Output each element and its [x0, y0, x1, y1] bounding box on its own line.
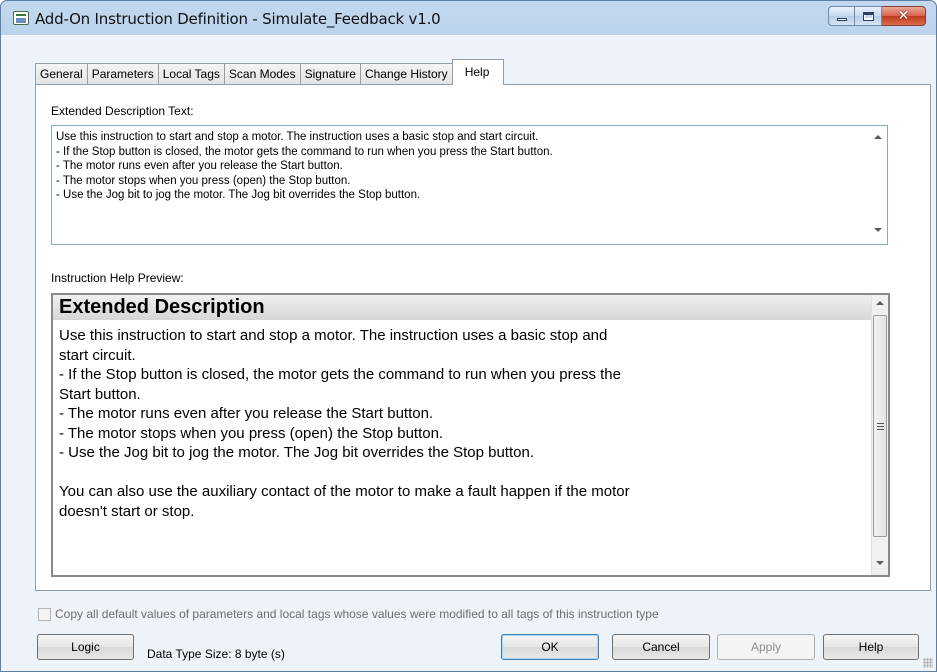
help-preview-label: Instruction Help Preview: [51, 271, 184, 285]
grip-icon [877, 423, 884, 430]
preview-line: start circuit. [59, 346, 136, 364]
title-bar[interactable]: Add-On Instruction Definition - Simulate… [1, 1, 936, 35]
window-controls: ✕ [828, 6, 926, 28]
help-button[interactable]: Help [823, 634, 919, 660]
preview-blank-line [59, 463, 749, 483]
scroll-up-icon[interactable] [876, 301, 884, 305]
scroll-up-icon[interactable] [874, 135, 882, 139]
copy-defaults-checkbox[interactable] [38, 607, 51, 621]
cancel-button[interactable]: Cancel [612, 634, 710, 660]
minimize-button[interactable] [828, 6, 855, 26]
close-icon: ✕ [897, 8, 910, 24]
preview-line: - The motor runs even after you release … [59, 405, 434, 422]
maximize-icon [862, 11, 874, 21]
text-line: - The motor runs even after you release … [56, 160, 343, 172]
text-line: Use this instruction to start and stop a… [56, 131, 539, 143]
preview-heading: Extended Description [53, 295, 873, 320]
minimize-icon [836, 18, 847, 21]
dialog-window: Add-On Instruction Definition - Simulate… [0, 0, 937, 672]
preview-body: Use this instruction to start and stop a… [59, 326, 749, 521]
apply-button[interactable]: Apply [717, 634, 815, 660]
tab-change-history[interactable]: Change History [359, 63, 453, 85]
extended-description-textarea[interactable]: Use this instruction to start and stop a… [51, 125, 888, 245]
preview-scrollbar[interactable] [871, 295, 888, 575]
preview-line: - The motor stops when you press (open) … [59, 424, 444, 442]
scroll-thumb[interactable] [873, 315, 887, 537]
preview-line: - Use the Jog bit to jog the motor. The … [59, 444, 534, 461]
window-title: Add-On Instruction Definition - Simulate… [35, 10, 441, 28]
scroll-down-icon[interactable] [874, 228, 882, 232]
tab-parameters[interactable]: Parameters [86, 63, 159, 85]
textarea-scrollbar[interactable] [870, 126, 887, 244]
data-type-size: Data Type Size: 8 byte (s) [147, 647, 285, 661]
logic-button[interactable]: Logic [37, 634, 134, 660]
ok-button[interactable]: OK [501, 634, 599, 660]
copy-defaults-option[interactable]: Copy all default values of parameters an… [38, 607, 659, 621]
text-line: - The motor stops when you press (open) … [56, 174, 351, 187]
app-icon[interactable] [13, 11, 29, 25]
preview-line: doesn't start or stop. [59, 502, 195, 520]
tab-general[interactable]: General [35, 63, 88, 85]
tab-scan-modes[interactable]: Scan Modes [223, 63, 301, 85]
extended-description-text: Use this instruction to start and stop a… [56, 130, 553, 203]
scroll-down-icon[interactable] [876, 561, 884, 565]
text-line: - Use the Jog bit to jog the motor. The … [56, 189, 421, 201]
preview-line: You can also use the auxiliary contact o… [59, 483, 630, 500]
preview-line: Start button. [59, 385, 141, 403]
preview-line: Use this instruction to start and stop a… [59, 327, 608, 344]
preview-line: - If the Stop button is closed, the moto… [59, 366, 621, 383]
extended-description-label: Extended Description Text: [51, 104, 194, 118]
help-tab-panel: Extended Description Text: Use this inst… [35, 84, 931, 591]
text-line: - If the Stop button is closed, the moto… [56, 145, 553, 158]
tab-signature[interactable]: Signature [299, 63, 361, 85]
maximize-button[interactable] [855, 6, 882, 26]
tab-help[interactable]: Help [451, 59, 505, 85]
help-preview-pane[interactable]: Extended Description Use this instructio… [51, 293, 890, 577]
tab-strip: General Parameters Local Tags Scan Modes… [35, 59, 505, 85]
close-button[interactable]: ✕ [882, 6, 926, 26]
copy-defaults-label: Copy all default values of parameters an… [55, 607, 659, 621]
tab-local-tags[interactable]: Local Tags [157, 63, 225, 85]
resize-grip-icon[interactable] [923, 658, 933, 668]
